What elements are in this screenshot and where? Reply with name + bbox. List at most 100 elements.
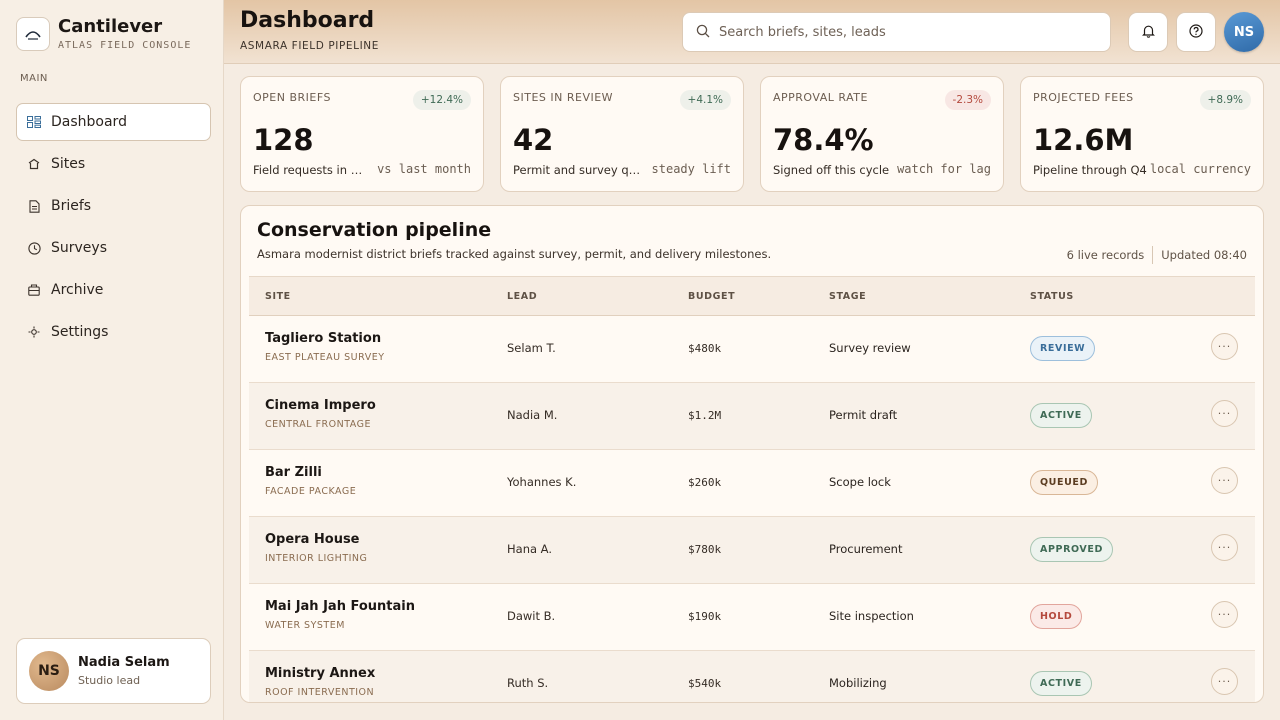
notifications-button[interactable] xyxy=(1128,12,1168,52)
table-row[interactable]: Cinema Impero CENTRAL FRONTAGE Nadia M. … xyxy=(249,383,1255,450)
document-icon xyxy=(27,199,41,213)
panel-meta: 6 live records Updated 08:40 xyxy=(1067,246,1247,264)
table-header: SITE LEAD BUDGET STAGE STATUS xyxy=(249,276,1255,316)
stage-value: Scope lock xyxy=(829,475,891,489)
column-header-lead[interactable]: LEAD xyxy=(507,291,537,302)
grid-icon xyxy=(27,115,41,129)
more-options-button[interactable]: ··· xyxy=(1211,668,1238,695)
sidebar-item-label: Briefs xyxy=(51,198,92,214)
kpi-delta-badge: +4.1% xyxy=(679,90,731,110)
kpi-note: vs last month xyxy=(377,162,471,176)
stage-value: Permit draft xyxy=(829,408,898,422)
kpi-label: OPEN BRIEFS xyxy=(253,91,331,104)
table-row[interactable]: Mai Jah Jah Fountain WATER SYSTEM Dawit … xyxy=(249,584,1255,651)
search-bar[interactable] xyxy=(682,12,1111,52)
table-row[interactable]: Opera House INTERIOR LIGHTING Hana A. $7… xyxy=(249,517,1255,584)
column-header-stage[interactable]: STAGE xyxy=(829,291,866,302)
site-subtitle: FACADE PACKAGE xyxy=(265,486,357,497)
pipeline-table: SITE LEAD BUDGET STAGE STATUS Tagliero S… xyxy=(249,276,1255,702)
stage-value: Survey review xyxy=(829,341,911,355)
status-badge: APPROVED xyxy=(1030,537,1113,562)
site-name: Bar Zilli xyxy=(265,465,322,480)
user-name: Nadia Selam xyxy=(78,655,170,670)
table-row[interactable]: Tagliero Station EAST PLATEAU SURVEY Sel… xyxy=(249,316,1255,383)
kpi-value: 78.4% xyxy=(773,123,874,157)
kpi-card-open-briefs[interactable]: OPEN BRIEFS +12.4% 128 Field requests in… xyxy=(240,76,484,192)
kpi-value: 12.6M xyxy=(1033,123,1134,157)
sidebar-item-label: Surveys xyxy=(51,240,107,256)
sidebar-item-label: Dashboard xyxy=(51,114,127,130)
divider xyxy=(1152,246,1154,264)
more-options-button[interactable]: ··· xyxy=(1211,400,1238,427)
sidebar-item-settings[interactable]: Settings xyxy=(16,313,211,351)
sidebar-item-dashboard[interactable]: Dashboard xyxy=(16,103,211,141)
budget-value: $540k xyxy=(688,677,722,690)
brand[interactable]: Cantilever ATLAS FIELD CONSOLE xyxy=(16,17,191,51)
more-options-button[interactable]: ··· xyxy=(1211,534,1238,561)
column-header-budget[interactable]: BUDGET xyxy=(688,291,735,302)
site-name: Ministry Annex xyxy=(265,666,376,681)
site-name: Tagliero Station xyxy=(265,331,382,346)
budget-value: $260k xyxy=(688,476,722,489)
sidebar-item-briefs[interactable]: Briefs xyxy=(16,187,211,225)
page-title: Dashboard xyxy=(240,8,375,33)
building-icon xyxy=(27,157,41,171)
sidebar-item-archive[interactable]: Archive xyxy=(16,271,211,309)
column-header-status[interactable]: STATUS xyxy=(1030,291,1074,302)
arch-icon xyxy=(16,17,50,51)
ellipsis-icon: ··· xyxy=(1217,675,1232,688)
stage-value: Procurement xyxy=(829,542,903,556)
kpi-card-sites-in-review[interactable]: SITES IN REVIEW +4.1% 42 Permit and surv… xyxy=(500,76,744,192)
budget-value: $780k xyxy=(688,543,722,556)
panel-title: Conservation pipeline xyxy=(257,219,492,241)
ellipsis-icon: ··· xyxy=(1217,474,1232,487)
search-icon xyxy=(696,23,710,42)
site-subtitle: EAST PLATEAU SURVEY xyxy=(265,352,385,363)
more-options-button[interactable]: ··· xyxy=(1211,333,1238,360)
header-avatar[interactable]: NS xyxy=(1224,12,1264,52)
kpi-label: APPROVAL RATE xyxy=(773,91,868,104)
page-subtitle: ASMARA FIELD PIPELINE xyxy=(240,40,379,52)
top-header: Dashboard ASMARA FIELD PIPELINE NS xyxy=(224,0,1280,64)
ellipsis-icon: ··· xyxy=(1217,407,1232,420)
lead-name: Ruth S. xyxy=(507,676,549,690)
site-subtitle: INTERIOR LIGHTING xyxy=(265,553,368,564)
sidebar-item-label: Archive xyxy=(51,282,104,298)
kpi-description: Field requests in motion xyxy=(253,163,369,177)
search-input[interactable] xyxy=(719,24,1099,40)
sidebar-item-surveys[interactable]: Surveys xyxy=(16,229,211,267)
lead-name: Yohannes K. xyxy=(507,475,577,489)
kpi-card-approval-rate[interactable]: APPROVAL RATE -2.3% 78.4% Signed off thi… xyxy=(760,76,1004,192)
ellipsis-icon: ··· xyxy=(1217,541,1232,554)
more-options-button[interactable]: ··· xyxy=(1211,467,1238,494)
site-name: Opera House xyxy=(265,532,360,547)
table-row[interactable]: Ministry Annex ROOF INTERVENTION Ruth S.… xyxy=(249,651,1255,702)
lead-name: Selam T. xyxy=(507,341,556,355)
kpi-note: steady lift xyxy=(651,162,731,176)
kpi-delta-badge: -2.3% xyxy=(944,90,991,110)
brand-subtitle: ATLAS FIELD CONSOLE xyxy=(58,40,192,51)
user-role: Studio lead xyxy=(78,674,141,687)
site-subtitle: CENTRAL FRONTAGE xyxy=(265,419,371,430)
status-badge: REVIEW xyxy=(1030,336,1096,361)
stage-value: Site inspection xyxy=(829,609,914,623)
avatar: NS xyxy=(29,651,69,691)
budget-value: $190k xyxy=(688,610,722,623)
kpi-note: watch for lag xyxy=(897,162,991,176)
sidebar-item-sites[interactable]: Sites xyxy=(16,145,211,183)
record-count: 6 live records xyxy=(1066,248,1145,262)
kpi-card-projected-fees[interactable]: PROJECTED FEES +8.9% 12.6M Pipeline thro… xyxy=(1020,76,1264,192)
column-header-site[interactable]: SITE xyxy=(265,291,291,302)
kpi-delta-badge: +12.4% xyxy=(412,90,471,110)
user-card[interactable]: NS Nadia Selam Studio lead xyxy=(16,638,211,704)
table-row[interactable]: Bar Zilli FACADE PACKAGE Yohannes K. $26… xyxy=(249,450,1255,517)
budget-value: $1.2M xyxy=(688,409,722,422)
updated-time: Updated 08:40 xyxy=(1161,248,1247,262)
lead-name: Nadia M. xyxy=(507,408,558,422)
more-options-button[interactable]: ··· xyxy=(1211,601,1238,628)
status-badge: ACTIVE xyxy=(1030,671,1092,696)
help-button[interactable] xyxy=(1176,12,1216,52)
status-badge: HOLD xyxy=(1030,604,1083,629)
archive-icon xyxy=(27,283,41,297)
kpi-note: local currency xyxy=(1149,162,1251,176)
